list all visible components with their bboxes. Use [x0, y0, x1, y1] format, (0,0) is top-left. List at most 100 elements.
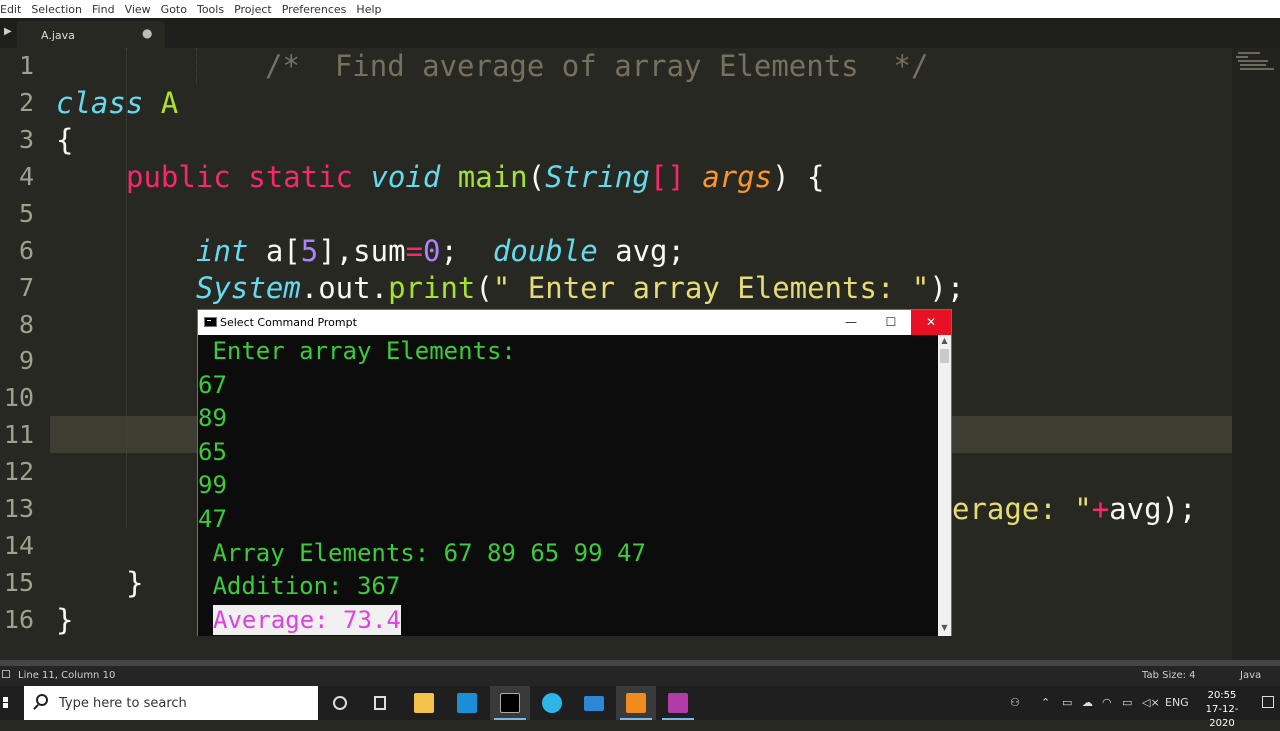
taskbar-app-recorder[interactable] — [658, 686, 698, 720]
console-line: Enter array Elements: — [198, 337, 516, 365]
param-token: args — [702, 160, 773, 194]
folder-icon — [414, 693, 434, 713]
cmd-title-bar[interactable]: Select Command Prompt — ☐ ✕ — [198, 310, 951, 335]
close-button[interactable]: ✕ — [911, 310, 951, 335]
text-token: ],sum — [318, 234, 406, 268]
line-number: 5 — [18, 199, 34, 228]
line-number: 3 — [18, 125, 34, 154]
taskbar-clock[interactable]: 20:55 17-12-2020 — [1196, 689, 1248, 731]
start-button[interactable] — [0, 686, 24, 720]
menu-view[interactable]: View — [120, 3, 156, 16]
console-line-selected: Average: 73.4 — [213, 605, 401, 635]
type-token: void — [370, 160, 441, 194]
edge-icon — [542, 693, 562, 713]
taskbar-app-mail[interactable] — [574, 686, 614, 720]
tab-a-java[interactable]: A.java ● — [17, 21, 165, 48]
wifi-icon[interactable]: ◠ — [1102, 696, 1112, 709]
taskbar-search-box[interactable]: Type here to search — [24, 686, 318, 720]
battery-icon[interactable]: ▭ — [1122, 696, 1132, 709]
tab-size-indicator[interactable]: Tab Size: 4 — [1142, 670, 1196, 681]
taskbar-app-explorer[interactable] — [404, 686, 444, 720]
windows-taskbar: Type here to search ⚇ ⌃ ▭ ☁ ◠ ▭ ◁× ENG 2… — [0, 686, 1280, 729]
keyword-token: public — [126, 160, 231, 194]
text-token: avg); — [1109, 492, 1197, 526]
paren-token: ( — [527, 160, 546, 194]
menu-edit[interactable]: Edit — [0, 3, 26, 16]
recorder-icon — [668, 693, 688, 713]
cursor-position: Line 11, Column 10 — [18, 670, 116, 681]
menu-selection[interactable]: Selection — [26, 3, 87, 16]
minimize-button[interactable]: — — [831, 310, 871, 335]
line-number: 15 — [3, 568, 34, 597]
code-line-15: } — [126, 565, 143, 602]
line-number: 14 — [3, 531, 34, 560]
scroll-thumb[interactable] — [940, 349, 949, 363]
menu-tools[interactable]: Tools — [192, 3, 229, 16]
cmd-scrollbar[interactable]: ▲ ▼ — [938, 335, 951, 636]
clock-time: 20:55 — [1207, 690, 1237, 701]
task-view-button[interactable] — [360, 686, 400, 720]
paren-token: ) { — [772, 160, 825, 194]
type-token: int — [196, 234, 249, 268]
l-app-icon — [457, 693, 477, 713]
people-icon[interactable]: ⚇ — [1010, 696, 1020, 709]
taskbar-app-cmd[interactable] — [490, 686, 530, 720]
cloud-icon[interactable]: ☁ — [1082, 696, 1093, 709]
menu-preferences[interactable]: Preferences — [277, 3, 352, 16]
code-line-7: System.out.print(" Enter array Elements:… — [196, 270, 964, 307]
menu-find[interactable]: Find — [87, 3, 120, 16]
menu-goto[interactable]: Goto — [156, 3, 192, 16]
chevron-up-icon[interactable]: ⌃ — [1041, 696, 1050, 709]
syntax-indicator[interactable]: Java — [1240, 670, 1261, 681]
menu-help[interactable]: Help — [351, 3, 386, 16]
text-token: a[ — [248, 234, 301, 268]
taskbar-app-edge[interactable] — [532, 686, 572, 720]
line-number: 7 — [18, 273, 34, 302]
language-indicator[interactable]: ENG — [1165, 696, 1189, 709]
panel-toggle-icon[interactable] — [2, 670, 10, 678]
sidebar-toggle-icon[interactable]: ▶ — [4, 26, 12, 37]
terminal-icon — [500, 693, 520, 713]
line-number: 12 — [3, 457, 34, 486]
cortana-icon — [333, 696, 347, 710]
operator-token: = — [405, 234, 424, 268]
usb-icon[interactable]: ▭ — [1062, 696, 1072, 709]
tab-bar: ▶ A.java ● — [0, 18, 1280, 48]
minimap-line — [1240, 64, 1266, 66]
cortana-button[interactable] — [320, 686, 360, 720]
volume-icon[interactable]: ◁× — [1142, 696, 1160, 709]
text-token: .out. — [300, 271, 389, 305]
text-token: ); — [929, 271, 965, 305]
maximize-button[interactable]: ☐ — [871, 310, 911, 335]
type-token: double — [492, 234, 598, 268]
command-prompt-window[interactable]: Select Command Prompt — ☐ ✕ Enter array … — [197, 309, 952, 636]
taskbar-app-l[interactable] — [447, 686, 487, 720]
console-line: 47 — [198, 505, 227, 533]
console-line: 65 — [198, 438, 227, 466]
minimap-line — [1240, 68, 1274, 70]
taskbar-app-sublime[interactable] — [616, 686, 656, 720]
line-number: 13 — [3, 494, 34, 523]
line-number: 1 — [18, 51, 34, 80]
cmd-console-output[interactable]: Enter array Elements: 67 89 65 99 47 Arr… — [198, 335, 938, 636]
console-line: 89 — [198, 404, 227, 432]
line-number: 2 — [18, 88, 34, 117]
brace-token: } — [56, 603, 74, 637]
number-token: 5 — [300, 234, 319, 268]
brace-token: { — [56, 123, 74, 157]
code-line-2: class A — [56, 85, 178, 122]
minimap[interactable] — [1232, 48, 1280, 660]
mail-icon — [584, 696, 604, 711]
menu-project[interactable]: Project — [229, 3, 277, 16]
scroll-down-icon[interactable]: ▼ — [938, 623, 951, 632]
scroll-up-icon[interactable]: ▲ — [938, 336, 951, 345]
line-number: 6 — [18, 236, 34, 265]
notification-icon[interactable] — [1262, 696, 1274, 708]
text-token: avg; — [597, 234, 685, 268]
code-line-3: { — [56, 122, 73, 159]
modified-dot-icon[interactable]: ● — [142, 26, 152, 40]
line-number: 10 — [3, 383, 34, 412]
line-number: 16 — [3, 605, 34, 634]
cmd-title: Select Command Prompt — [220, 316, 357, 329]
type-token: System — [196, 271, 301, 305]
